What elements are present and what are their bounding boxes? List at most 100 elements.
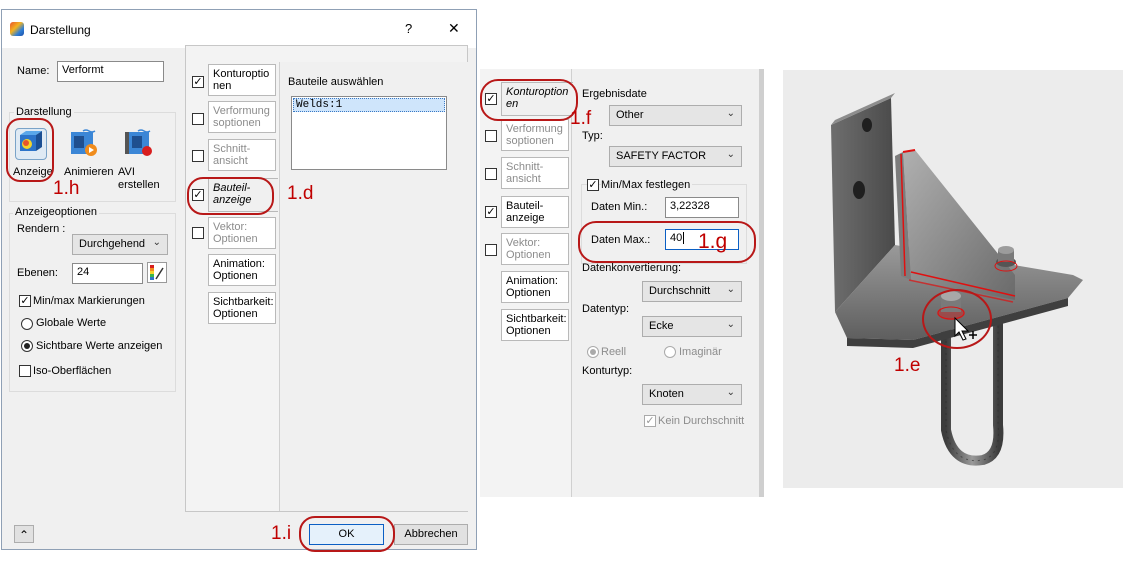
tab-checkbox-kontur[interactable]: ✓ [192, 76, 204, 88]
tab-animationoptionen[interactable]: Animation: Optionen [208, 254, 276, 286]
konturtyp-value: Knoten [649, 388, 684, 400]
datentyp-value: Ecke [649, 320, 674, 332]
chevron-down-icon: ⌄ [726, 387, 735, 398]
tab-schnittansicht[interactable]: Schnitt- ansicht [208, 139, 276, 171]
typ-select[interactable]: SAFETY FACTOR ⌄ [609, 146, 742, 167]
p2-tab-sichtbarkeitoptionen[interactable]: Sichtbarkeit: Optionen [501, 309, 569, 341]
tab-label: Animation: [506, 275, 558, 287]
chevron-down-icon: ⌄ [726, 149, 735, 160]
ebenen-label: Ebenen: [17, 267, 58, 279]
chevron-down-icon: ⌄ [726, 108, 735, 119]
tab-checkbox-schnitt[interactable] [192, 150, 204, 162]
p2-tab-animationoptionen[interactable]: Animation: Optionen [501, 271, 569, 303]
minmax-festlegen-label: Min/Max festlegen [601, 179, 693, 191]
close-button[interactable]: ✕ [448, 20, 460, 37]
tab-label: ansicht [506, 173, 541, 185]
help-button[interactable]: ? [405, 21, 412, 36]
tab-label: Optionen [213, 233, 258, 245]
sichtbare-label: Sichtbare Werte anzeigen [36, 340, 163, 352]
color-scale-icon[interactable] [147, 262, 167, 283]
tab-label: Bauteil- [506, 200, 544, 212]
tab-label: Optionen [506, 249, 551, 261]
typ-value: SAFETY FACTOR [616, 150, 707, 162]
chevron-down-icon: ⌄ [726, 284, 735, 295]
ebenen-input[interactable]: 24 [72, 263, 143, 284]
p2-tab-vektoroptionen[interactable]: Vektor: Optionen [501, 233, 569, 265]
highlight-bauteil-tab [187, 177, 274, 215]
rendern-value: Durchgehend [79, 238, 146, 250]
p2-tab-schnittansicht[interactable]: Schnitt- ansicht [501, 157, 569, 189]
tab-label: Animation: [213, 258, 265, 270]
p2-tab-checkbox-schnitt[interactable] [485, 168, 497, 180]
datenkonvertierung-select[interactable]: Durchschnitt ⌄ [642, 281, 742, 302]
minmax-label: Min/max Markierungen [33, 295, 145, 307]
typ-label: Typ: [582, 130, 603, 142]
p2-tab-checkbox-bauteil[interactable]: ✓ [485, 206, 497, 218]
highlight-ok [299, 516, 395, 552]
minmax-festlegen-checkbox[interactable]: ✓ [587, 179, 599, 191]
cancel-button[interactable]: Abbrechen [394, 524, 468, 545]
globale-radio[interactable] [21, 318, 33, 330]
kein-durchschnitt-checkbox[interactable]: ✓ [644, 415, 656, 427]
iso-label: Iso-Oberflächen [33, 365, 112, 377]
app-icon [10, 22, 24, 36]
highlight-daten-max [578, 221, 756, 263]
highlight-bolt [922, 289, 992, 349]
tab-vektoroptionen[interactable]: Vektor: Optionen [208, 217, 276, 249]
tab-label: Optionen [506, 287, 551, 299]
tab-checkbox-vektor[interactable] [192, 227, 204, 239]
datentyp-select[interactable]: Ecke ⌄ [642, 316, 742, 337]
reell-radio[interactable] [587, 346, 599, 358]
tab-label: nen [213, 80, 232, 92]
sichtbare-radio[interactable] [21, 340, 33, 352]
tab-label: Vektor: [213, 221, 248, 233]
annotation-1g: 1.g [698, 230, 728, 253]
p2-tab-bauteilanzeige[interactable]: Bauteil- anzeige [501, 196, 569, 228]
tab-label: Sichtbarkeit: [213, 296, 274, 308]
tab-label: Schnitt- [506, 161, 544, 173]
daten-min-input[interactable]: 3,22328 [665, 197, 739, 218]
tab-sichtbarkeitoptionen[interactable]: Sichtbarkeit: Optionen [208, 292, 276, 324]
annotation-1i: 1.i [271, 523, 292, 544]
p2-tab-checkbox-vektor[interactable] [485, 244, 497, 256]
avi-label-line1: AVI [118, 166, 135, 178]
minmax-checkbox[interactable]: ✓ [19, 295, 31, 307]
ergebnisdaten-value: Other [616, 109, 644, 121]
annotation-1e: 1.e [894, 355, 921, 376]
avi-icon[interactable] [124, 128, 154, 158]
globale-label: Globale Werte [36, 317, 107, 329]
iso-checkbox[interactable] [19, 365, 31, 377]
ergebnisdaten-label: Ergebnisdate [582, 88, 647, 100]
datenkonvertierung-label: Datenkonvertierung: [582, 262, 682, 274]
cancel-label: Abbrechen [404, 528, 458, 540]
animieren-icon[interactable] [69, 128, 99, 158]
avi-label-line2: erstellen [118, 179, 160, 191]
tab-verformungsoptionen[interactable]: Verformung soptionen [208, 101, 276, 133]
kontur-scroll-edge [759, 69, 764, 497]
bauteile-list-item[interactable]: Welds:1 [293, 98, 445, 112]
p2-tab-checkbox-verformung[interactable] [485, 130, 497, 142]
imaginaer-radio[interactable] [664, 346, 676, 358]
tab-checkbox-verformung[interactable] [192, 113, 204, 125]
chevron-down-icon: ⌄ [152, 237, 161, 248]
chevron-down-icon: ⌄ [726, 319, 735, 330]
tab-label: Verformung [506, 123, 563, 135]
expand-button[interactable]: ⌃ [14, 525, 34, 543]
name-label: Name: [17, 65, 50, 77]
konturtyp-label: Konturtyp: [582, 365, 633, 377]
konturtyp-select[interactable]: Knoten ⌄ [642, 384, 742, 405]
rendern-select[interactable]: Durchgehend ⌄ [72, 234, 168, 255]
datenkonvertierung-value: Durchschnitt [649, 285, 711, 297]
datentyp-label: Datentyp: [582, 303, 630, 315]
p2-tab-verformungsoptionen[interactable]: Verformung soptionen [501, 119, 569, 151]
ergebnisdaten-select[interactable]: Other ⌄ [609, 105, 742, 126]
rendern-label: Rendern : [17, 223, 66, 235]
annotation-1h: 1.h [53, 178, 80, 199]
name-input[interactable]: Verformt [57, 61, 164, 82]
chevron-up-icon: ⌃ [18, 528, 30, 542]
dialog-title: Darstellung [30, 23, 91, 37]
tab-konturoptionen[interactable]: Konturoptio nen [208, 64, 276, 96]
tab-label: Konturoptio [213, 68, 270, 80]
anzeigeoptionen-group-label: Anzeigeoptionen [13, 206, 99, 218]
bracket-model [831, 93, 1083, 466]
